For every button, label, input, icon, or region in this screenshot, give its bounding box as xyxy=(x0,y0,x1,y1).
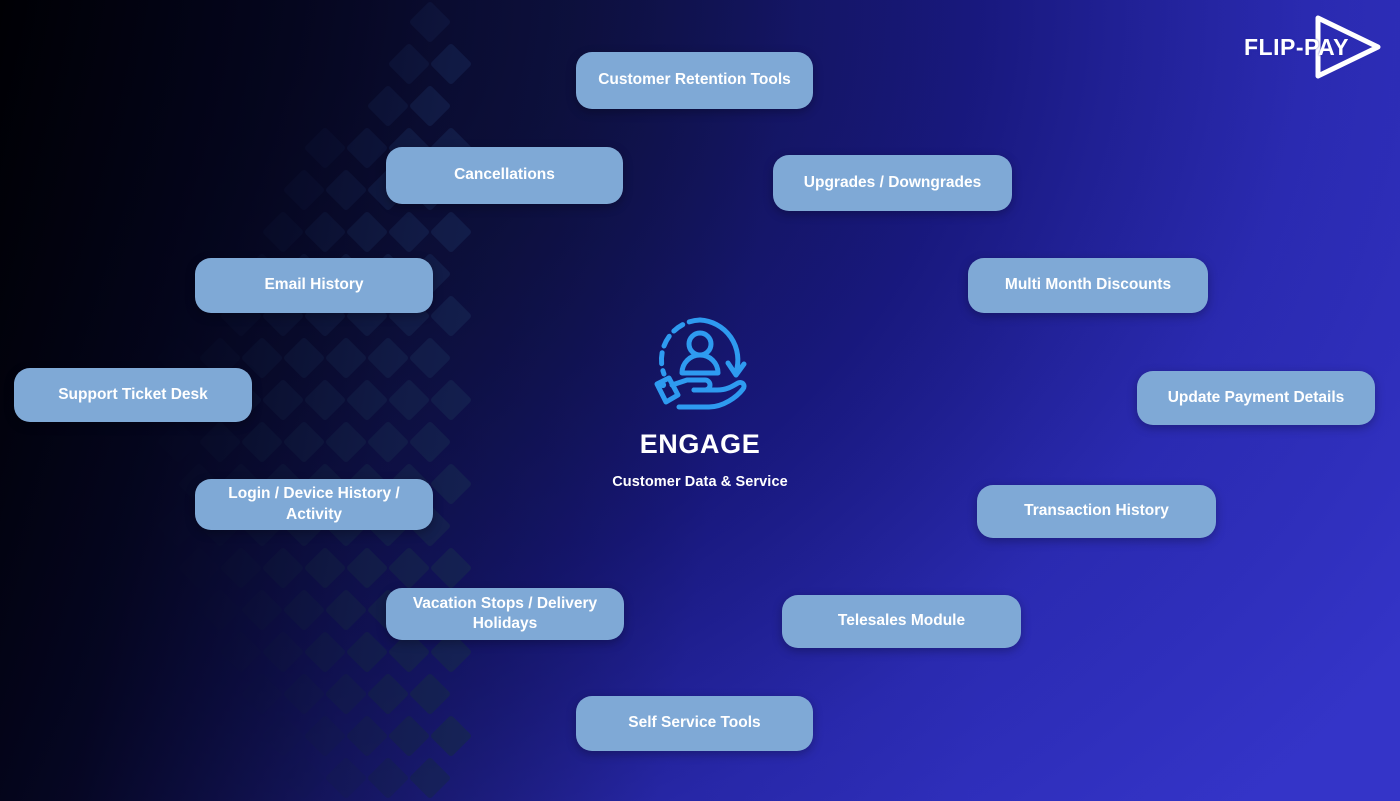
flip-pay-logo: FLIP-PAY xyxy=(1236,14,1386,84)
diamond-shape xyxy=(282,672,326,716)
diamond-shape xyxy=(282,168,326,212)
pill-transaction-history[interactable]: Transaction History xyxy=(977,485,1216,538)
diamond-shape xyxy=(366,756,410,800)
diamond-shape xyxy=(282,588,326,632)
diamond-shape xyxy=(219,630,263,674)
diamond-shape xyxy=(261,714,305,758)
pill-upgrades-downgrades[interactable]: Upgrades / Downgrades xyxy=(773,155,1012,211)
diamond-shape xyxy=(408,0,452,44)
diamond-shape xyxy=(177,546,221,590)
diamond-shape xyxy=(429,42,473,86)
diamond-shape xyxy=(303,546,347,590)
diamond-shape xyxy=(303,714,347,758)
slide-canvas: FLIP-PAY ENGAGE Customer Data & Service … xyxy=(0,0,1400,801)
diamond-shape xyxy=(303,126,347,170)
diamond-shape xyxy=(261,630,305,674)
pill-login-device-history-activity[interactable]: Login / Device History / Activity xyxy=(195,479,433,530)
diamond-shape xyxy=(324,672,368,716)
diamond-shape xyxy=(345,126,389,170)
diamond-shape xyxy=(429,210,473,254)
diamond-shape xyxy=(303,210,347,254)
diamond-shape xyxy=(429,714,473,758)
diamond-shape xyxy=(366,84,410,128)
diamond-shape xyxy=(261,210,305,254)
pill-support-ticket-desk[interactable]: Support Ticket Desk xyxy=(14,368,252,422)
pill-customer-retention-tools[interactable]: Customer Retention Tools xyxy=(576,52,813,109)
diamond-shape xyxy=(198,588,242,632)
diamond-shape xyxy=(387,210,431,254)
diamond-shape xyxy=(345,630,389,674)
diamond-shape xyxy=(324,756,368,800)
pill-cancellations[interactable]: Cancellations xyxy=(386,147,623,204)
diamond-shape xyxy=(324,588,368,632)
diamond-shape xyxy=(345,210,389,254)
diamond-shape xyxy=(324,168,368,212)
hand-holding-person-refresh-icon xyxy=(654,317,747,410)
diamond-shape xyxy=(387,714,431,758)
diamond-shape xyxy=(219,546,263,590)
pill-self-service-tools[interactable]: Self Service Tools xyxy=(576,696,813,751)
diamond-shape xyxy=(156,504,200,548)
diamond-shape xyxy=(429,546,473,590)
diamond-shape xyxy=(387,546,431,590)
diamond-shape xyxy=(345,546,389,590)
pill-multi-month-discounts[interactable]: Multi Month Discounts xyxy=(968,258,1208,313)
diamond-shape xyxy=(387,42,431,86)
logo-wordmark: FLIP-PAY xyxy=(1244,34,1349,60)
diamond-shape xyxy=(408,756,452,800)
diamond-shape xyxy=(303,630,347,674)
diamond-shape xyxy=(240,588,284,632)
diamond-shape xyxy=(261,546,305,590)
diamond-shape xyxy=(240,672,284,716)
diamond-shape xyxy=(408,672,452,716)
diamond-shape xyxy=(345,714,389,758)
pill-vacation-stops-delivery-holidays[interactable]: Vacation Stops / Delivery Holidays xyxy=(386,588,624,640)
pill-update-payment-details[interactable]: Update Payment Details xyxy=(1137,371,1375,425)
diamond-shape xyxy=(408,84,452,128)
pill-email-history[interactable]: Email History xyxy=(195,258,433,313)
pill-telesales-module[interactable]: Telesales Module xyxy=(782,595,1021,648)
center-title: ENGAGE xyxy=(639,429,761,459)
diamond-shape xyxy=(282,756,326,800)
diamond-shape xyxy=(366,672,410,716)
